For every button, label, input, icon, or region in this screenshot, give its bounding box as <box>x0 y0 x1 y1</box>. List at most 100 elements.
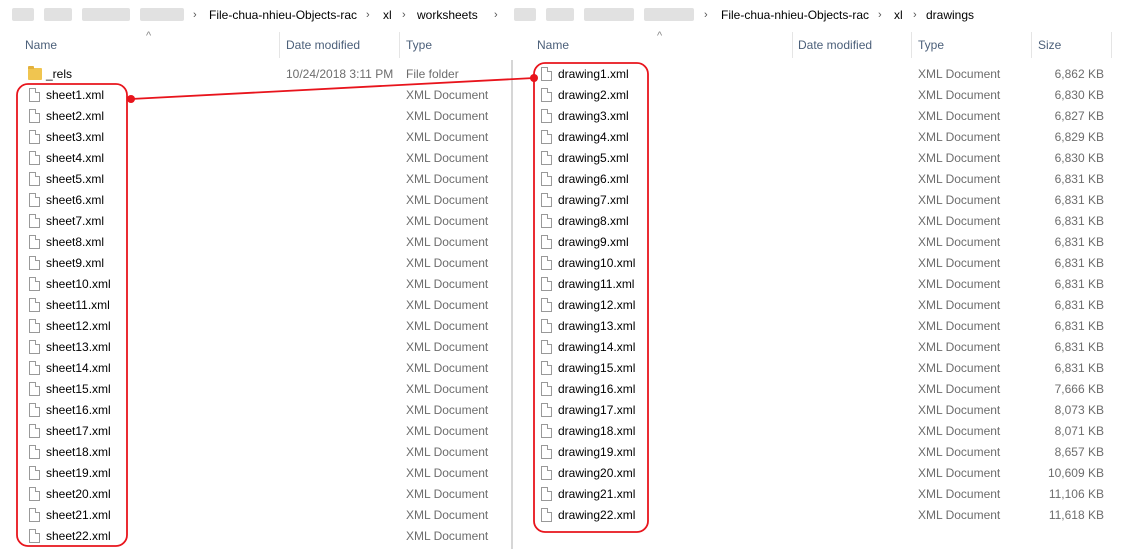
column-header-size[interactable]: Size <box>1038 37 1061 53</box>
file-name: drawing12.xml <box>558 298 636 312</box>
file-name: drawing15.xml <box>558 361 636 375</box>
column-divider[interactable] <box>1031 32 1032 58</box>
list-item[interactable]: drawing18.xml XML Document 8,071 KB <box>514 421 1133 442</box>
list-item[interactable]: drawing5.xml XML Document 6,830 KB <box>514 148 1133 169</box>
list-item[interactable]: drawing11.xml XML Document 6,831 KB <box>514 274 1133 295</box>
file-name: drawing6.xml <box>558 172 629 186</box>
list-item[interactable]: sheet17.xml XML Document <box>0 421 514 442</box>
file-name: drawing5.xml <box>558 151 629 165</box>
list-item[interactable]: drawing22.xml XML Document 11,618 KB <box>514 505 1133 526</box>
column-header-name[interactable]: Name <box>537 37 569 53</box>
file-type: XML Document <box>406 466 489 480</box>
list-item[interactable]: sheet22.xml XML Document <box>0 526 514 547</box>
list-item[interactable]: sheet5.xml XML Document <box>0 169 514 190</box>
redacted-path-segment <box>546 8 574 21</box>
list-item[interactable]: sheet9.xml XML Document <box>0 253 514 274</box>
file-icon <box>541 403 552 417</box>
column-header-type[interactable]: Type <box>406 37 432 53</box>
list-item[interactable]: _rels 10/24/2018 3:11 PM File folder <box>0 64 514 85</box>
redacted-path-segment <box>82 8 130 21</box>
list-item[interactable]: drawing13.xml XML Document 6,831 KB <box>514 316 1133 337</box>
file-icon <box>29 277 40 291</box>
file-name: sheet5.xml <box>46 172 105 186</box>
list-item[interactable]: drawing7.xml XML Document 6,831 KB <box>514 190 1133 211</box>
list-item[interactable]: drawing8.xml XML Document 6,831 KB <box>514 211 1133 232</box>
column-divider[interactable] <box>1111 32 1112 58</box>
list-item[interactable]: drawing10.xml XML Document 6,831 KB <box>514 253 1133 274</box>
column-header-date-modified[interactable]: Date modified <box>798 37 872 53</box>
list-item[interactable]: sheet18.xml XML Document <box>0 442 514 463</box>
breadcrumb-item[interactable]: File-chua-nhieu-Objects-rac <box>209 8 357 22</box>
date-modified: 10/24/2018 3:11 PM <box>286 67 394 81</box>
breadcrumb-item[interactable]: drawings <box>926 8 974 22</box>
file-name: drawing7.xml <box>558 193 629 207</box>
column-divider[interactable] <box>911 32 912 58</box>
breadcrumb-item[interactable]: xl <box>383 8 392 22</box>
column-divider[interactable] <box>399 32 400 58</box>
list-item[interactable]: drawing21.xml XML Document 11,106 KB <box>514 484 1133 505</box>
list-item[interactable]: sheet6.xml XML Document <box>0 190 514 211</box>
file-icon <box>29 424 40 438</box>
list-item[interactable]: drawing17.xml XML Document 8,073 KB <box>514 400 1133 421</box>
list-item[interactable]: drawing9.xml XML Document 6,831 KB <box>514 232 1133 253</box>
file-type: XML Document <box>406 109 489 123</box>
list-item[interactable]: sheet1.xml XML Document <box>0 85 514 106</box>
file-name: drawing22.xml <box>558 508 636 522</box>
breadcrumb-item[interactable]: xl <box>894 8 903 22</box>
list-item[interactable]: drawing20.xml XML Document 10,609 KB <box>514 463 1133 484</box>
file-name: drawing8.xml <box>558 214 629 228</box>
list-item[interactable]: sheet13.xml XML Document <box>0 337 514 358</box>
list-item[interactable]: drawing2.xml XML Document 6,830 KB <box>514 85 1133 106</box>
file-name: sheet20.xml <box>46 487 111 501</box>
list-item[interactable]: sheet19.xml XML Document <box>0 463 514 484</box>
file-name: drawing21.xml <box>558 487 636 501</box>
list-item[interactable]: sheet7.xml XML Document <box>0 211 514 232</box>
list-item[interactable]: sheet14.xml XML Document <box>0 358 514 379</box>
file-icon <box>29 466 40 480</box>
file-icon <box>541 340 552 354</box>
file-name: sheet17.xml <box>46 424 111 438</box>
file-size: 6,831 KB <box>1054 319 1104 333</box>
file-name: drawing18.xml <box>558 424 636 438</box>
breadcrumb-item[interactable]: File-chua-nhieu-Objects-rac <box>721 8 869 22</box>
file-icon <box>29 340 40 354</box>
list-item[interactable]: drawing19.xml XML Document 8,657 KB <box>514 442 1133 463</box>
list-item[interactable]: sheet4.xml XML Document <box>0 148 514 169</box>
list-item[interactable]: drawing3.xml XML Document 6,827 KB <box>514 106 1133 127</box>
file-type: XML Document <box>406 151 489 165</box>
column-divider[interactable] <box>792 32 793 58</box>
file-type: XML Document <box>918 214 1001 228</box>
sort-ascending-icon: ^ <box>146 30 152 42</box>
file-name: drawing2.xml <box>558 88 629 102</box>
file-name: sheet7.xml <box>46 214 105 228</box>
column-divider[interactable] <box>279 32 280 58</box>
list-item[interactable]: sheet21.xml XML Document <box>0 505 514 526</box>
list-item[interactable]: sheet12.xml XML Document <box>0 316 514 337</box>
breadcrumb-item[interactable]: worksheets <box>417 8 478 22</box>
column-header-date-modified[interactable]: Date modified <box>286 37 360 53</box>
list-item[interactable]: sheet11.xml XML Document <box>0 295 514 316</box>
list-item[interactable]: drawing15.xml XML Document 6,831 KB <box>514 358 1133 379</box>
list-item[interactable]: drawing16.xml XML Document 7,666 KB <box>514 379 1133 400</box>
column-header-name[interactable]: Name <box>25 37 57 53</box>
list-item[interactable]: drawing6.xml XML Document 6,831 KB <box>514 169 1133 190</box>
list-item[interactable]: sheet3.xml XML Document <box>0 127 514 148</box>
list-item[interactable]: drawing4.xml XML Document 6,829 KB <box>514 127 1133 148</box>
file-name: drawing4.xml <box>558 130 629 144</box>
column-header-type[interactable]: Type <box>918 37 944 53</box>
list-item[interactable]: drawing14.xml XML Document 6,831 KB <box>514 337 1133 358</box>
file-icon <box>29 130 40 144</box>
list-item[interactable]: sheet10.xml XML Document <box>0 274 514 295</box>
list-item[interactable]: drawing12.xml XML Document 6,831 KB <box>514 295 1133 316</box>
file-type: XML Document <box>406 382 489 396</box>
list-item[interactable]: sheet20.xml XML Document <box>0 484 514 505</box>
list-item[interactable]: sheet8.xml XML Document <box>0 232 514 253</box>
list-item[interactable]: sheet2.xml XML Document <box>0 106 514 127</box>
list-item[interactable]: sheet16.xml XML Document <box>0 400 514 421</box>
address-bar[interactable]: › File-chua-nhieu-Objects-rac › xl › wor… <box>0 0 514 30</box>
list-item[interactable]: sheet15.xml XML Document <box>0 379 514 400</box>
list-item[interactable]: drawing1.xml XML Document 6,862 KB <box>514 64 1133 85</box>
address-bar[interactable]: › File-chua-nhieu-Objects-rac › xl › dra… <box>514 0 1133 30</box>
pane-splitter[interactable] <box>511 60 513 549</box>
file-icon <box>541 508 552 522</box>
